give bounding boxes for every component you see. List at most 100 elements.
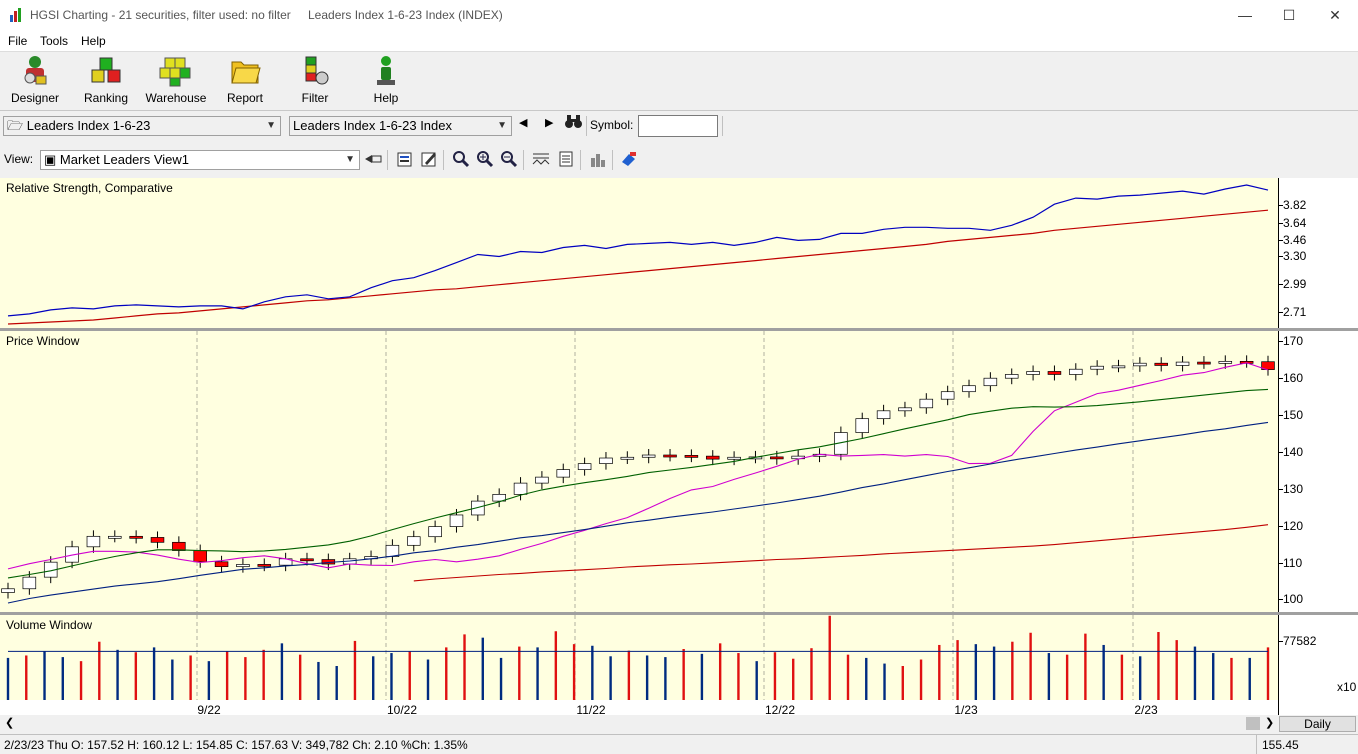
candle-body	[1090, 365, 1104, 370]
volume-axis-tick: 77582	[1278, 634, 1317, 648]
separator	[1256, 735, 1257, 754]
warehouse-label: Warehouse	[145, 91, 207, 105]
candle-body	[1175, 361, 1190, 366]
binoculars-icon[interactable]	[565, 114, 582, 132]
candle-body	[940, 391, 955, 400]
price-axis: 170 160 150 140 130 120 110 100	[1278, 331, 1358, 612]
scroll-right-icon[interactable]: ❯	[1265, 716, 1274, 729]
list-combo[interactable]: 🗁 Leaders Index 1-6-23 ▼	[3, 116, 281, 136]
volume-window-title: Volume Window	[6, 618, 93, 632]
horizontal-scrollbar[interactable]: ❮ ❯	[0, 715, 1278, 732]
period-button[interactable]: Daily	[1279, 716, 1356, 732]
candle-body	[300, 558, 314, 562]
view-label: View:	[4, 152, 34, 166]
candle-body	[1, 588, 15, 593]
zoom-in-icon[interactable]	[476, 150, 494, 168]
candle-body	[641, 454, 656, 458]
candle-body	[513, 482, 528, 495]
menu-tools[interactable]: Tools	[40, 34, 68, 48]
candle-body	[86, 535, 101, 548]
candle-body	[919, 398, 934, 409]
candle-body	[1026, 371, 1040, 375]
volume-pane[interactable]: Volume Window	[0, 615, 1278, 700]
date-axis	[0, 700, 1278, 715]
previous-security-icon[interactable]: ◀	[519, 116, 527, 129]
separator	[580, 150, 581, 170]
zoom-out-icon[interactable]	[500, 150, 518, 168]
status-price: 155.45	[1262, 738, 1299, 752]
rs-axis-tick: 2.99	[1278, 277, 1307, 291]
warehouse-button[interactable]: Warehouse	[144, 54, 208, 108]
candle-body	[257, 564, 272, 567]
candle-body	[129, 535, 143, 539]
candle-body	[385, 544, 400, 557]
candle-body	[428, 526, 442, 538]
candle-body	[1154, 362, 1168, 366]
candle-body	[663, 454, 677, 458]
candle-body	[1197, 361, 1211, 365]
view-combo[interactable]: ▣ Market Leaders View1 ▼	[40, 150, 360, 170]
list-combo-value: Leaders Index 1-6-23	[26, 118, 151, 133]
close-icon[interactable]: ✕	[1312, 0, 1358, 31]
candle-body	[855, 418, 869, 433]
next-security-icon[interactable]: ▶	[545, 116, 553, 129]
report-label: Report	[226, 91, 264, 105]
candle-body	[727, 456, 741, 460]
relative-strength-pane[interactable]: Relative Strength, Comparative	[0, 178, 1278, 328]
data-sheet-icon[interactable]	[557, 150, 575, 168]
price-axis-tick: 170	[1278, 334, 1304, 348]
symbol-input[interactable]	[638, 115, 718, 137]
symbol-label: Symbol:	[590, 118, 634, 132]
maximize-icon[interactable]: ☐	[1266, 0, 1312, 31]
menu-help[interactable]: Help	[81, 34, 106, 48]
chevron-down-icon: ▼	[497, 120, 507, 131]
minimize-icon[interactable]: —	[1222, 0, 1268, 31]
candle-body	[1111, 365, 1126, 369]
menu-file[interactable]: File	[8, 34, 27, 48]
candle-body	[556, 469, 571, 478]
candle-body	[577, 463, 592, 470]
candle-body	[193, 550, 207, 563]
security-combo-value: Leaders Index 1-6-23 Index	[293, 118, 452, 133]
candle-body	[407, 536, 421, 546]
app-icon	[8, 7, 24, 26]
edit-properties-icon[interactable]	[420, 150, 438, 168]
report-icon	[231, 61, 261, 84]
price-pane[interactable]: Price Window	[0, 331, 1278, 612]
warehouse-icon	[159, 57, 191, 87]
moving-average-line	[413, 524, 1269, 582]
security-combo[interactable]: Leaders Index 1-6-23 Index ▼	[289, 116, 512, 136]
menu-bar: File Tools Help	[0, 31, 1358, 52]
candle-body	[962, 385, 976, 393]
paint-icon[interactable]	[620, 150, 638, 168]
designer-icon	[24, 56, 47, 85]
zoom-icon[interactable]	[452, 150, 470, 168]
ranking-button[interactable]: Ranking	[80, 54, 132, 108]
help-button[interactable]: Help	[364, 54, 408, 108]
separator	[612, 150, 613, 170]
scroll-left-icon[interactable]: ❮	[5, 716, 14, 729]
bar-chart-icon[interactable]	[589, 150, 607, 168]
scroll-thumb[interactable]	[1246, 717, 1260, 730]
relative-strength-line	[7, 184, 1269, 317]
candle-body	[770, 456, 784, 460]
candle-body	[599, 457, 613, 464]
help-icon	[377, 56, 395, 85]
indicator-icon[interactable]	[532, 150, 550, 168]
price-axis-tick: 150	[1278, 408, 1304, 422]
view-combo-value: Market Leaders View1	[59, 152, 190, 167]
candle-body	[898, 407, 912, 412]
candle-body	[108, 535, 122, 539]
relative-strength-chart	[7, 184, 1269, 325]
properties-icon[interactable]	[396, 150, 414, 168]
ranking-icon	[91, 57, 121, 83]
view-edit-icon[interactable]	[364, 150, 382, 168]
relative-strength-title: Relative Strength, Comparative	[6, 181, 173, 195]
filter-button[interactable]: Filter	[293, 54, 337, 108]
designer-button[interactable]: Designer	[8, 54, 62, 108]
price-axis-tick: 140	[1278, 445, 1304, 459]
candle-body	[620, 456, 635, 460]
rs-moving-average-line	[7, 209, 1269, 325]
filter-icon	[305, 56, 329, 85]
report-button[interactable]: Report	[222, 54, 268, 108]
